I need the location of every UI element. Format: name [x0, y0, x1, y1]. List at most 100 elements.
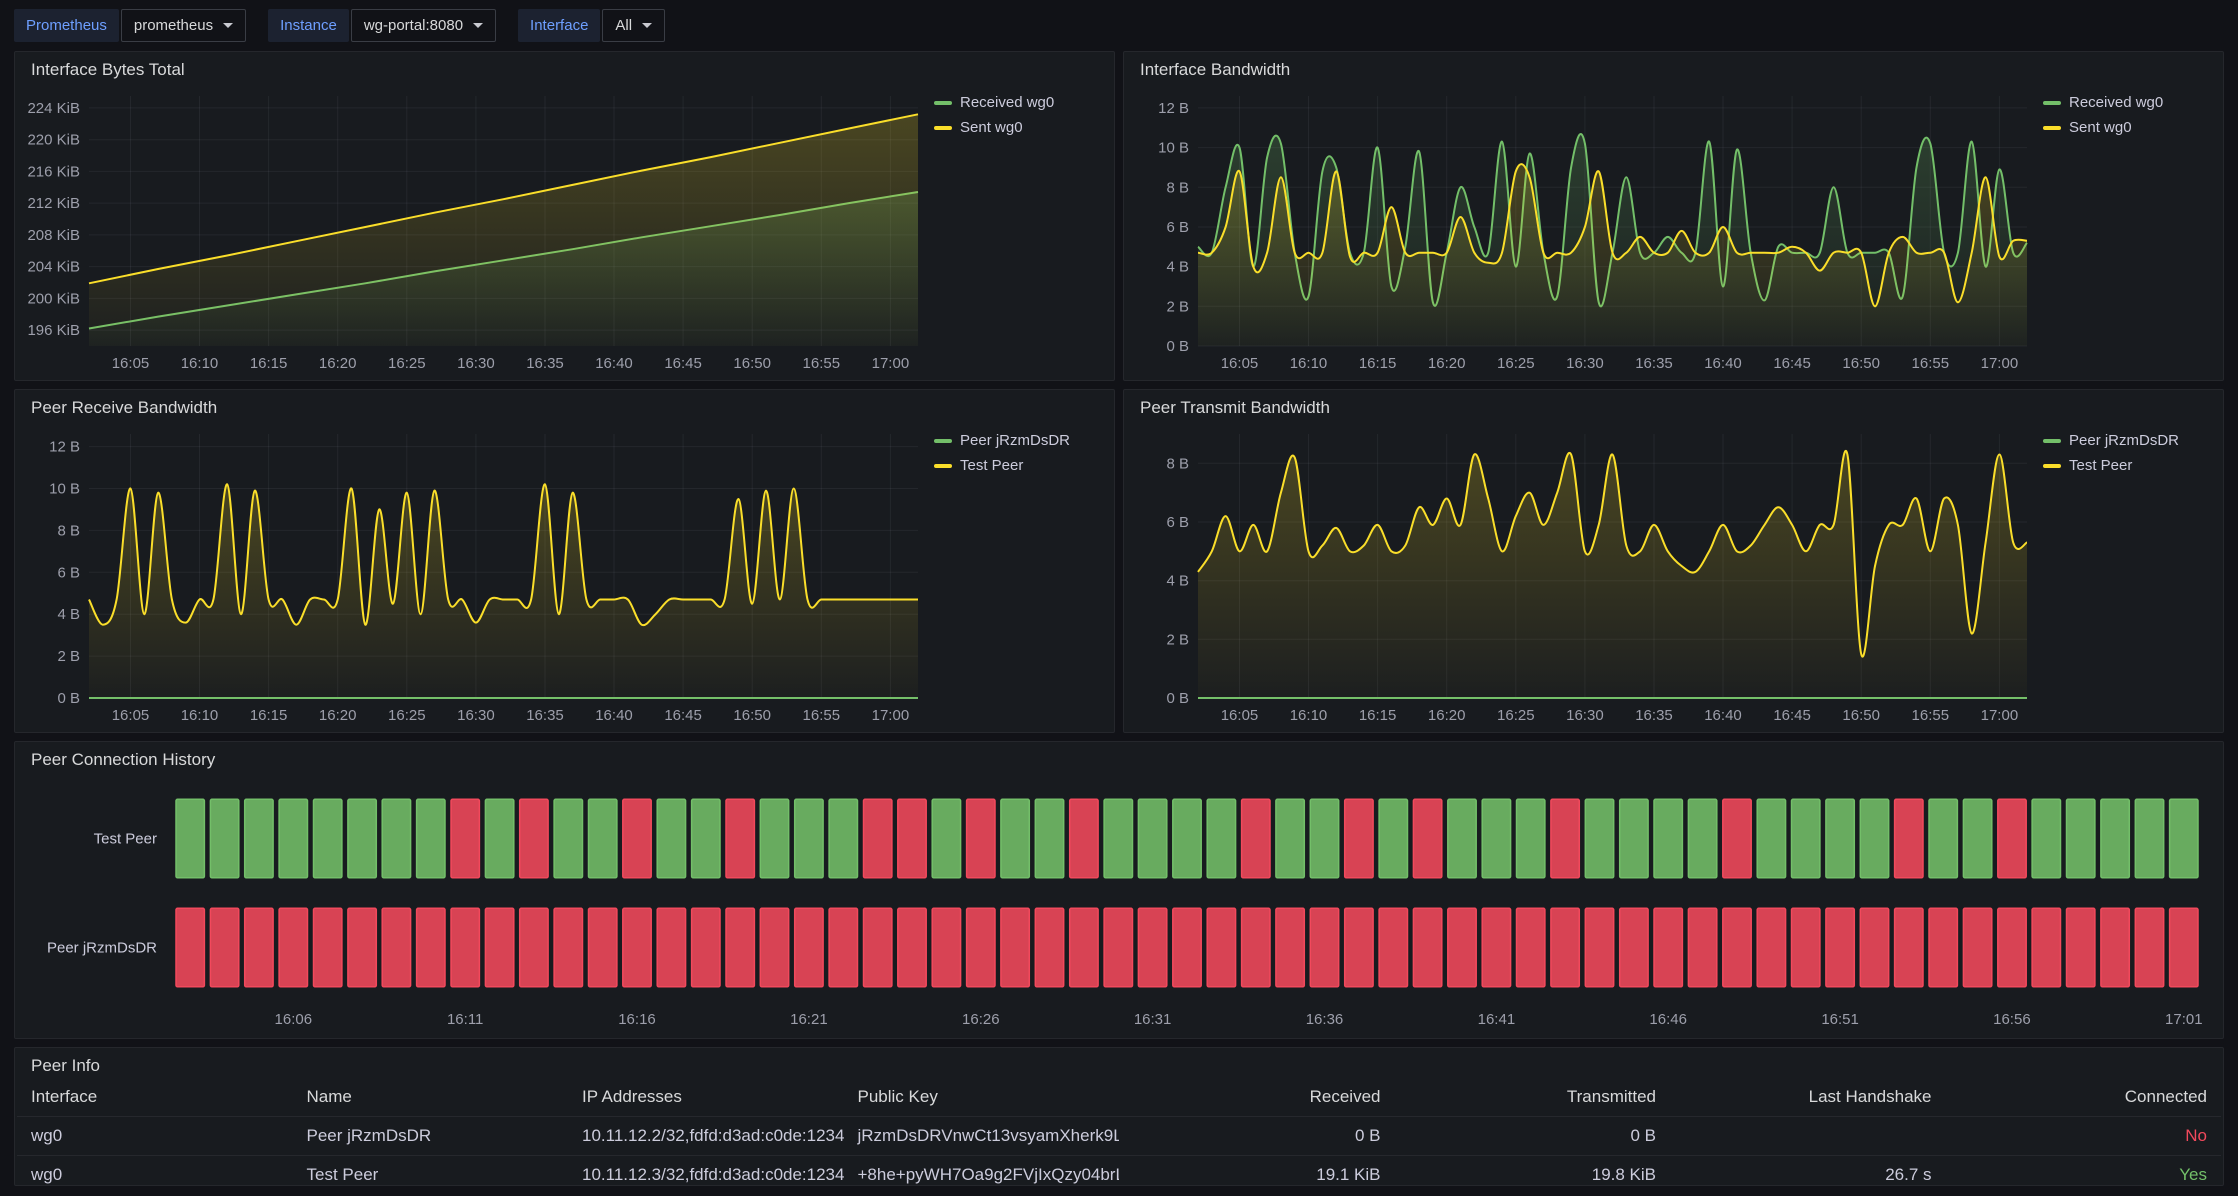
- svg-text:16:06: 16:06: [275, 1011, 313, 1028]
- column-header-connected[interactable]: Connected: [1946, 1078, 2222, 1117]
- cell-name: Test Peer: [293, 1156, 569, 1186]
- svg-text:8 B: 8 B: [1166, 455, 1189, 472]
- svg-text:16:50: 16:50: [733, 355, 771, 372]
- variable-prometheus-label: Prometheus: [14, 9, 119, 42]
- panel-title[interactable]: Peer Receive Bandwidth: [31, 398, 217, 418]
- svg-text:6 B: 6 B: [1166, 219, 1189, 236]
- panel-title[interactable]: Peer Transmit Bandwidth: [1140, 398, 1330, 418]
- time-series-canvas[interactable]: 0 B2 B4 B6 B8 B10 B12 B16:0516:1016:1516…: [1132, 82, 2037, 378]
- panel-peer-connection-history: Peer Connection History Test PeerPeer jR…: [14, 741, 2224, 1039]
- panel-grid: Interface Bytes Total 196 KiB200 KiB204 …: [14, 51, 2224, 1186]
- legend-item-peer-jrzmdsdr[interactable]: Peer jRzmDsDR: [934, 432, 1070, 449]
- variable-prometheus: Prometheus prometheus: [14, 9, 246, 42]
- peer-info-body: wg0Peer jRzmDsDR10.11.12.2/32,fdfd:d3ad:…: [17, 1117, 2221, 1186]
- cell-last-handshake: 26.7 s: [1670, 1156, 1946, 1186]
- cell-public-key: +8he+pyWH7Oa9g2FVjIxQzy04brLX+DXq: [844, 1156, 1120, 1186]
- svg-text:6 B: 6 B: [57, 564, 80, 581]
- time-series-canvas[interactable]: 196 KiB200 KiB204 KiB208 KiB212 KiB216 K…: [23, 82, 928, 378]
- panel-title[interactable]: Peer Connection History: [31, 750, 215, 770]
- peer-info-header-row: InterfaceNameIP AddressesPublic KeyRecei…: [17, 1078, 2221, 1117]
- svg-text:224 KiB: 224 KiB: [27, 100, 80, 117]
- time-series-canvas[interactable]: 0 B2 B4 B6 B8 B16:0516:1016:1516:2016:25…: [1132, 420, 2037, 730]
- variable-prometheus-dropdown[interactable]: prometheus: [121, 9, 246, 42]
- time-series-canvas[interactable]: 0 B2 B4 B6 B8 B10 B12 B16:0516:1016:1516…: [23, 420, 928, 730]
- table-row: wg0Test Peer10.11.12.3/32,fdfd:d3ad:c0de…: [17, 1156, 2221, 1186]
- svg-text:16:11: 16:11: [447, 1011, 483, 1028]
- column-header-interface[interactable]: Interface: [17, 1078, 293, 1117]
- cell-last-handshake: [1670, 1117, 1946, 1156]
- svg-text:8 B: 8 B: [57, 522, 80, 539]
- svg-text:16:31: 16:31: [1134, 1011, 1172, 1028]
- svg-text:16:15: 16:15: [250, 707, 288, 724]
- column-header-public-key[interactable]: Public Key: [844, 1078, 1120, 1117]
- variable-instance-dropdown[interactable]: wg-portal:8080: [351, 9, 496, 42]
- svg-text:2 B: 2 B: [1166, 631, 1189, 648]
- svg-text:2 B: 2 B: [1166, 298, 1189, 315]
- svg-text:16:35: 16:35: [1635, 707, 1673, 724]
- cell-received: 0 B: [1119, 1117, 1395, 1156]
- svg-text:16:41: 16:41: [1478, 1011, 1516, 1028]
- legend-item-test-peer[interactable]: Test Peer: [2043, 457, 2132, 474]
- variable-instance-label: Instance: [268, 9, 349, 42]
- svg-text:16:25: 16:25: [1497, 707, 1535, 724]
- variable-interface: Interface All: [518, 9, 665, 42]
- svg-text:16:25: 16:25: [388, 355, 426, 372]
- svg-text:17:00: 17:00: [872, 707, 910, 724]
- column-header-name[interactable]: Name: [293, 1078, 569, 1117]
- variable-instance-value: wg-portal:8080: [364, 17, 463, 34]
- column-header-last-handshake[interactable]: Last Handshake: [1670, 1078, 1946, 1117]
- svg-text:216 KiB: 216 KiB: [27, 163, 80, 180]
- legend-item-received-wg0[interactable]: Received wg0: [934, 94, 1054, 111]
- column-header-transmitted[interactable]: Transmitted: [1395, 1078, 1671, 1117]
- svg-text:16:15: 16:15: [250, 355, 288, 372]
- panel-title[interactable]: Peer Info: [31, 1056, 100, 1076]
- legend-item-received-wg0[interactable]: Received wg0: [2043, 94, 2163, 111]
- panel-body: Test PeerPeer jRzmDsDR16:0616:1116:1616:…: [15, 772, 2223, 1038]
- svg-text:16:55: 16:55: [803, 707, 841, 724]
- cell-transmitted: 0 B: [1395, 1117, 1671, 1156]
- variable-interface-label: Interface: [518, 9, 600, 42]
- svg-text:16:55: 16:55: [1912, 707, 1950, 724]
- svg-text:16:10: 16:10: [1290, 355, 1328, 372]
- svg-text:17:00: 17:00: [872, 355, 910, 372]
- svg-text:10 B: 10 B: [1158, 140, 1189, 157]
- cell-received: 19.1 KiB: [1119, 1156, 1395, 1186]
- variable-interface-dropdown[interactable]: All: [602, 9, 665, 42]
- svg-text:16:05: 16:05: [112, 355, 150, 372]
- svg-text:8 B: 8 B: [1166, 179, 1189, 196]
- table-row: wg0Peer jRzmDsDR10.11.12.2/32,fdfd:d3ad:…: [17, 1117, 2221, 1156]
- legend-label: Peer jRzmDsDR: [2069, 432, 2179, 449]
- legend-item-sent-wg0[interactable]: Sent wg0: [2043, 119, 2132, 136]
- chevron-down-icon: [223, 23, 233, 28]
- svg-text:16:10: 16:10: [181, 355, 219, 372]
- cell-public-key: jRzmDsDRVnwCt13vsyamXherk9L9RhRkc: [844, 1117, 1120, 1156]
- svg-text:16:15: 16:15: [1359, 707, 1397, 724]
- svg-text:16:05: 16:05: [1221, 355, 1259, 372]
- panel-body: 0 B2 B4 B6 B8 B16:0516:1016:1516:2016:25…: [1124, 420, 2223, 732]
- svg-text:16:30: 16:30: [457, 707, 495, 724]
- panel-title[interactable]: Interface Bytes Total: [31, 60, 185, 80]
- legend-item-peer-jrzmdsdr[interactable]: Peer jRzmDsDR: [2043, 432, 2179, 449]
- svg-text:16:40: 16:40: [1704, 707, 1742, 724]
- panel-title[interactable]: Interface Bandwidth: [1140, 60, 1290, 80]
- column-header-received[interactable]: Received: [1119, 1078, 1395, 1117]
- cell-connected: Yes: [1946, 1156, 2222, 1186]
- svg-text:16:30: 16:30: [1566, 355, 1604, 372]
- svg-text:16:40: 16:40: [595, 355, 633, 372]
- legend-item-test-peer[interactable]: Test Peer: [934, 457, 1023, 474]
- legend-item-sent-wg0[interactable]: Sent wg0: [934, 119, 1023, 136]
- panel-header: Peer Connection History: [15, 742, 2223, 772]
- column-header-ip-addresses[interactable]: IP Addresses: [568, 1078, 844, 1117]
- svg-text:16:36: 16:36: [1306, 1011, 1344, 1028]
- series-color-swatch: [934, 464, 952, 468]
- panel-header: Peer Info: [15, 1048, 2223, 1078]
- svg-text:17:00: 17:00: [1981, 707, 2019, 724]
- svg-text:200 KiB: 200 KiB: [27, 290, 80, 307]
- legend-label: Sent wg0: [2069, 119, 2132, 136]
- series-color-swatch: [2043, 464, 2061, 468]
- status-history-canvas[interactable]: Test PeerPeer jRzmDsDR16:0616:1116:1616:…: [23, 772, 2215, 1036]
- svg-text:16:25: 16:25: [1497, 355, 1535, 372]
- svg-text:16:20: 16:20: [1428, 707, 1466, 724]
- legend-label: Peer jRzmDsDR: [960, 432, 1070, 449]
- panel-interface-bytes-total: Interface Bytes Total 196 KiB200 KiB204 …: [14, 51, 1115, 381]
